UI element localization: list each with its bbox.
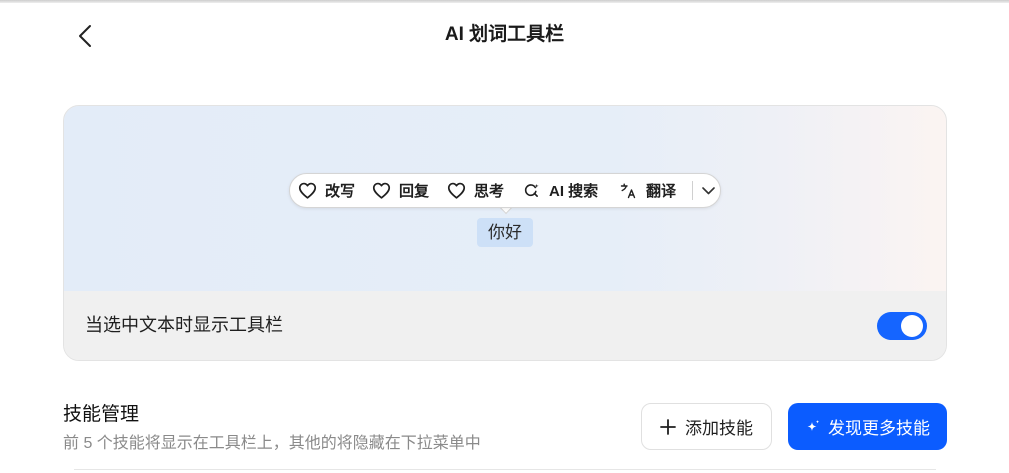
ai-search-icon — [524, 183, 539, 198]
floating-toolbar: 改写 回复 思考 AI 搜索 翻译 — [289, 173, 721, 208]
skills-section-title: 技能管理 — [63, 404, 140, 425]
heart-icon — [298, 182, 317, 199]
selected-text-highlight: 你好 — [477, 218, 533, 247]
show-toolbar-setting-label: 当选中文本时显示工具栏 — [85, 315, 283, 335]
toolbar-preview: 改写 回复 思考 AI 搜索 翻译 你好 — [64, 106, 946, 291]
discover-skills-label: 发现更多技能 — [828, 419, 930, 438]
toolbar-item-label: 思考 — [474, 183, 505, 200]
skills-section-subtitle: 前 5 个技能将显示在工具栏上，其他的将隐藏在下拉菜单中 — [63, 435, 481, 452]
toolbar-item-label: 改写 — [325, 183, 356, 200]
plus-icon — [660, 418, 676, 435]
heart-icon — [447, 182, 466, 199]
skills-list-top-edge — [74, 469, 936, 473]
sparkle-icon — [805, 419, 821, 435]
add-skill-button[interactable]: 添加技能 — [641, 403, 772, 450]
toolbar-divider — [692, 181, 693, 200]
toolbar-item-ai-search[interactable]: AI 搜索 — [524, 174, 598, 207]
window-top-border — [0, 0, 1009, 3]
toolbar-item-rewrite[interactable]: 改写 — [298, 174, 355, 207]
toolbar-item-translate[interactable]: 翻译 — [620, 174, 676, 207]
toolbar-item-label: 回复 — [399, 183, 430, 200]
toolbar-item-reply[interactable]: 回复 — [372, 174, 429, 207]
show-toolbar-toggle[interactable] — [877, 312, 927, 340]
toolbar-settings-card: 改写 回复 思考 AI 搜索 翻译 你好 当选中文本时显示工具栏 — [63, 105, 947, 361]
add-skill-label: 添加技能 — [685, 419, 753, 438]
heart-icon — [372, 182, 391, 199]
toolbar-item-think[interactable]: 思考 — [447, 174, 504, 207]
translate-icon — [620, 183, 636, 199]
toolbar-item-label: AI 搜索 — [549, 183, 599, 200]
show-toolbar-setting-row: 当选中文本时显示工具栏 — [64, 291, 946, 360]
toggle-knob — [901, 315, 923, 337]
page-title: AI 划词工具栏 — [444, 24, 565, 45]
discover-skills-button[interactable]: 发现更多技能 — [788, 403, 947, 450]
toolbar-item-label: 翻译 — [646, 183, 677, 200]
chevron-down-icon — [701, 182, 715, 200]
toolbar-more-button[interactable] — [698, 174, 718, 207]
